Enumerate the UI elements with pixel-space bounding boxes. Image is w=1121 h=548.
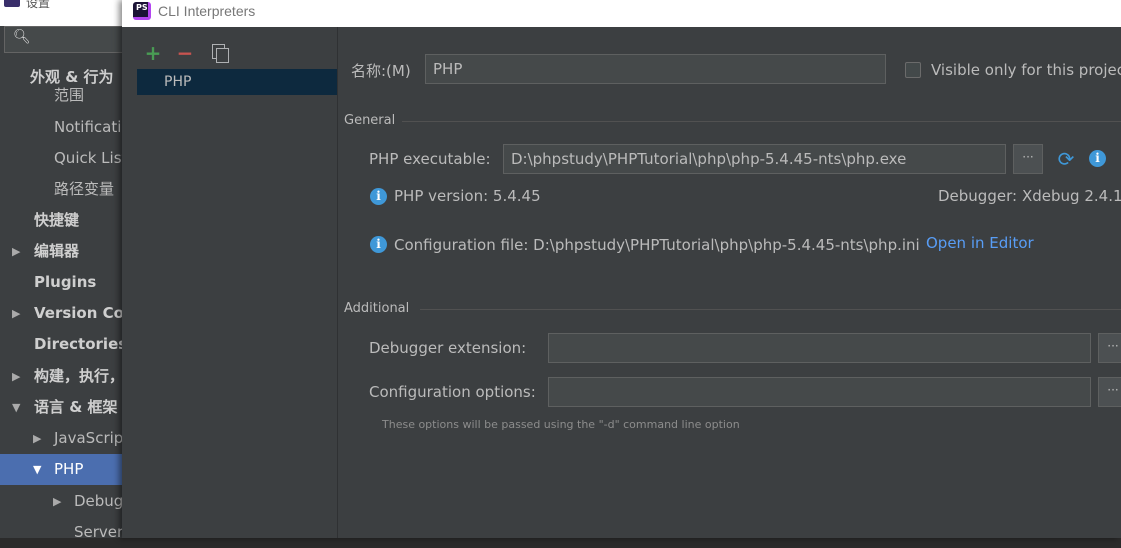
- config-file-label: Configuration file: D:\phpstudy\PHPTutor…: [394, 236, 920, 254]
- interpreter-list: PHP: [137, 69, 337, 538]
- collapsed-arrow-icon[interactable]: ▶: [12, 361, 20, 392]
- settings-tree-item[interactable]: Directories: [0, 329, 130, 360]
- name-label: 名称:(M): [351, 62, 411, 80]
- settings-tree-item-label: Quick Lists: [54, 149, 130, 167]
- search-icon: 🔍︎: [13, 29, 31, 45]
- settings-tree-item-label: 构建，执行，部署: [34, 367, 130, 385]
- collapsed-arrow-icon[interactable]: ▶: [33, 423, 41, 454]
- expanded-arrow-icon[interactable]: ▼: [33, 454, 41, 485]
- settings-tree-item[interactable]: ▶ 构建，执行，部署: [0, 361, 130, 392]
- copy-icon-front: [216, 48, 229, 63]
- settings-tree-item[interactable]: Servers: [0, 517, 130, 548]
- settings-title-bar: 设置: [0, 0, 130, 26]
- php-executable-browse-button[interactable]: ···: [1013, 144, 1043, 174]
- additional-section-title: Additional: [344, 301, 410, 316]
- settings-tree-item[interactable]: ▶ Version Control: [0, 298, 130, 329]
- settings-tree-item-label: 路径变量: [54, 180, 115, 198]
- debugger-extension-browse-button[interactable]: ···: [1098, 333, 1121, 363]
- settings-tree-item-label: JavaScript: [54, 429, 130, 447]
- visible-only-checkbox[interactable]: [905, 62, 921, 78]
- visible-only-label: Visible only for this project: [931, 61, 1121, 79]
- debugger-label: Debugger:: [938, 187, 1018, 205]
- settings-tree-item-label: 快捷键: [34, 211, 80, 229]
- debugger-extension-label: Debugger extension:: [369, 339, 527, 357]
- open-in-editor-link[interactable]: Open in Editor: [926, 234, 1034, 252]
- phpstorm-icon: PS: [133, 2, 151, 20]
- settings-tree-item[interactable]: ▶ JavaScript: [0, 423, 130, 454]
- php-executable-input[interactable]: D:\phpstudy\PHPTutorial\php\php-5.4.45-n…: [503, 144, 1006, 174]
- settings-tree-item-label: 编辑器: [34, 242, 80, 260]
- settings-tree-item-label: Plugins: [34, 273, 97, 291]
- php-executable-label: PHP executable:: [369, 150, 491, 168]
- php-version-label: PHP version: 5.4.45: [394, 187, 541, 205]
- configuration-options-label: Configuration options:: [369, 383, 536, 401]
- configuration-options-input[interactable]: [548, 377, 1091, 407]
- info-icon[interactable]: i: [1089, 150, 1106, 167]
- dialog-title-bar: PS CLI Interpreters: [122, 0, 1121, 27]
- settings-tree-item-label: PHP: [54, 460, 84, 478]
- settings-tree-item-label: Notifications: [54, 118, 130, 136]
- settings-tree-item[interactable]: 路径变量: [0, 174, 130, 205]
- settings-search-input[interactable]: 🔍︎: [4, 26, 130, 53]
- remove-interpreter-button[interactable]: −: [173, 40, 197, 66]
- settings-tree-item[interactable]: 快捷键: [0, 205, 130, 236]
- dialog-title: CLI Interpreters: [158, 3, 256, 19]
- settings-tree-item[interactable]: ▼ PHP: [0, 454, 130, 485]
- settings-tree-item[interactable]: Quick Lists: [0, 143, 130, 174]
- interpreter-item-php[interactable]: PHP: [137, 69, 337, 95]
- settings-tree-item[interactable]: Plugins: [0, 267, 130, 298]
- configuration-options-hint: These options will be passed using the "…: [382, 418, 740, 431]
- app-icon: [4, 0, 20, 7]
- configuration-options-browse-button[interactable]: ···: [1098, 377, 1121, 407]
- version-info-icon: i: [370, 188, 387, 205]
- add-interpreter-button[interactable]: +: [141, 40, 165, 66]
- settings-tree-item[interactable]: ▼ 语言 & 框架: [0, 392, 130, 423]
- settings-tree-item[interactable]: 范围: [0, 80, 130, 111]
- general-separator: [402, 121, 1121, 122]
- settings-title: 设置: [26, 0, 51, 10]
- settings-tree-item-label: 语言 & 框架: [34, 398, 118, 416]
- expanded-arrow-icon[interactable]: ▼: [12, 392, 20, 423]
- collapsed-arrow-icon[interactable]: ▶: [12, 236, 20, 267]
- settings-tree-item-label: 范围: [54, 86, 85, 104]
- debugger-value: Xdebug 2.4.1: [1022, 187, 1121, 205]
- reload-icon[interactable]: ⟳: [1056, 149, 1076, 169]
- copy-interpreter-button[interactable]: [206, 40, 230, 66]
- interpreter-name: PHP: [164, 74, 192, 90]
- settings-tree-item-label: Directories: [34, 335, 128, 353]
- collapsed-arrow-icon[interactable]: ▶: [12, 298, 20, 329]
- config-file-info-icon: i: [370, 236, 387, 253]
- general-section-title: General: [344, 113, 396, 128]
- settings-tree-item[interactable]: ▶ Debug: [0, 486, 130, 517]
- name-input[interactable]: PHP: [425, 54, 886, 84]
- settings-tree-item[interactable]: Notifications: [0, 112, 130, 143]
- collapsed-arrow-icon[interactable]: ▶: [53, 486, 61, 517]
- debugger-extension-input[interactable]: [548, 333, 1091, 363]
- settings-tree-item-label: Version Control: [34, 304, 130, 322]
- settings-tree-item-label: Debug: [74, 492, 124, 510]
- settings-tree-item[interactable]: ▶ 编辑器: [0, 236, 130, 267]
- additional-separator: [420, 309, 1121, 310]
